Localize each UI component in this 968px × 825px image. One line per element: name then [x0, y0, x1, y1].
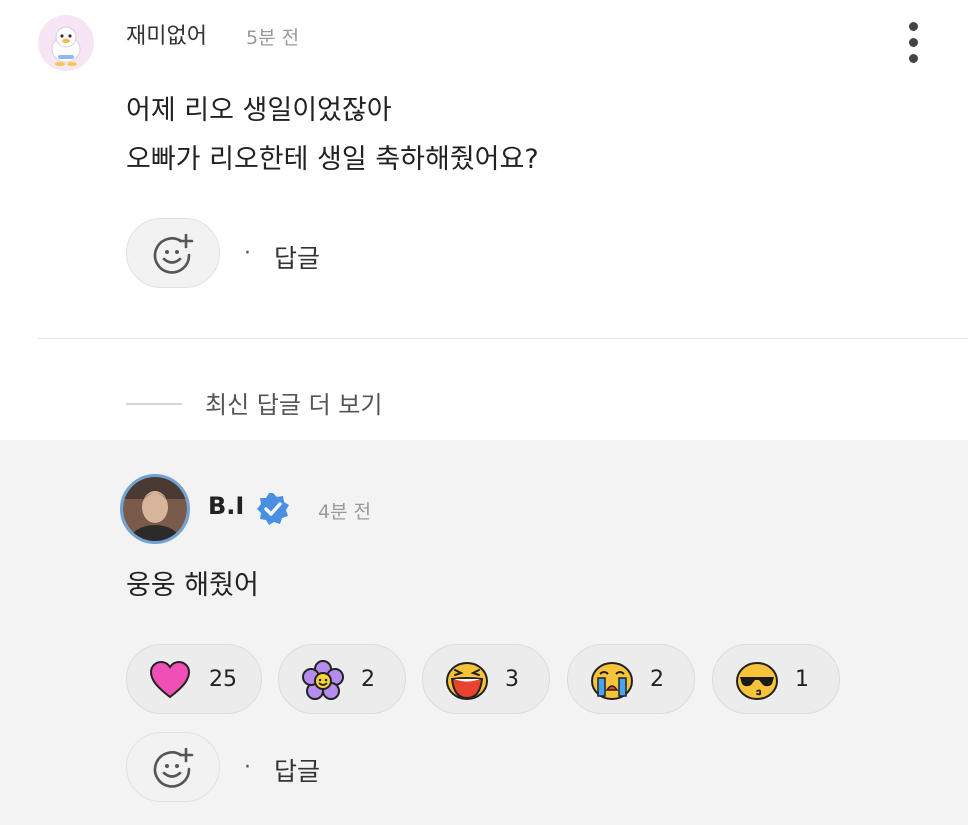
reaction-count: 1 — [795, 667, 809, 692]
add-reaction-button[interactable] — [126, 218, 220, 288]
reply-author-avatar[interactable] — [120, 474, 190, 544]
reply-text: 웅웅 해줬어 — [126, 570, 259, 601]
reaction-heart[interactable]: 25 — [126, 644, 262, 714]
flower-icon — [302, 660, 344, 700]
comment-author[interactable]: 재미없어 — [126, 18, 207, 50]
more-options-icon[interactable] — [900, 20, 928, 66]
verified-badge-icon — [255, 491, 291, 531]
sunglasses-face-icon — [736, 662, 778, 700]
heart-icon — [149, 660, 191, 699]
comment-text-line-2: 오빠가 리오한테 생일 축하해줬어요? — [126, 144, 539, 175]
duck-avatar-icon — [51, 26, 81, 66]
user-avatar[interactable] — [38, 15, 94, 71]
profile-photo-icon — [123, 477, 187, 541]
reaction-flower[interactable]: 2 — [278, 644, 406, 714]
separator-dot: · — [244, 241, 251, 266]
add-emoji-icon — [153, 233, 194, 274]
more-replies-link[interactable]: 최신 답글 더 보기 — [205, 385, 382, 420]
reply-time: 4분 전 — [318, 501, 372, 523]
add-emoji-icon — [153, 747, 194, 788]
reaction-laughing[interactable]: 3 — [422, 644, 550, 714]
laughing-face-icon — [446, 662, 488, 700]
reaction-count: 2 — [650, 667, 664, 692]
comment-time: 5분 전 — [246, 27, 300, 49]
crying-face-icon — [591, 662, 633, 700]
divider — [38, 338, 968, 339]
more-replies-line — [126, 403, 182, 405]
comment-text-line-1: 어제 리오 생일이었잖아 — [126, 95, 392, 126]
reply-button[interactable]: 답글 — [274, 752, 320, 788]
separator-dot: · — [244, 755, 251, 780]
add-reaction-button[interactable] — [126, 732, 220, 802]
reaction-count: 2 — [361, 667, 375, 692]
reaction-count: 3 — [505, 667, 519, 692]
reaction-count: 25 — [209, 667, 237, 692]
reply-author[interactable]: B.I — [208, 492, 244, 520]
reply-button[interactable]: 답글 — [274, 239, 320, 275]
reaction-sunglasses[interactable]: 1 — [712, 644, 840, 714]
reaction-crying[interactable]: 2 — [567, 644, 695, 714]
